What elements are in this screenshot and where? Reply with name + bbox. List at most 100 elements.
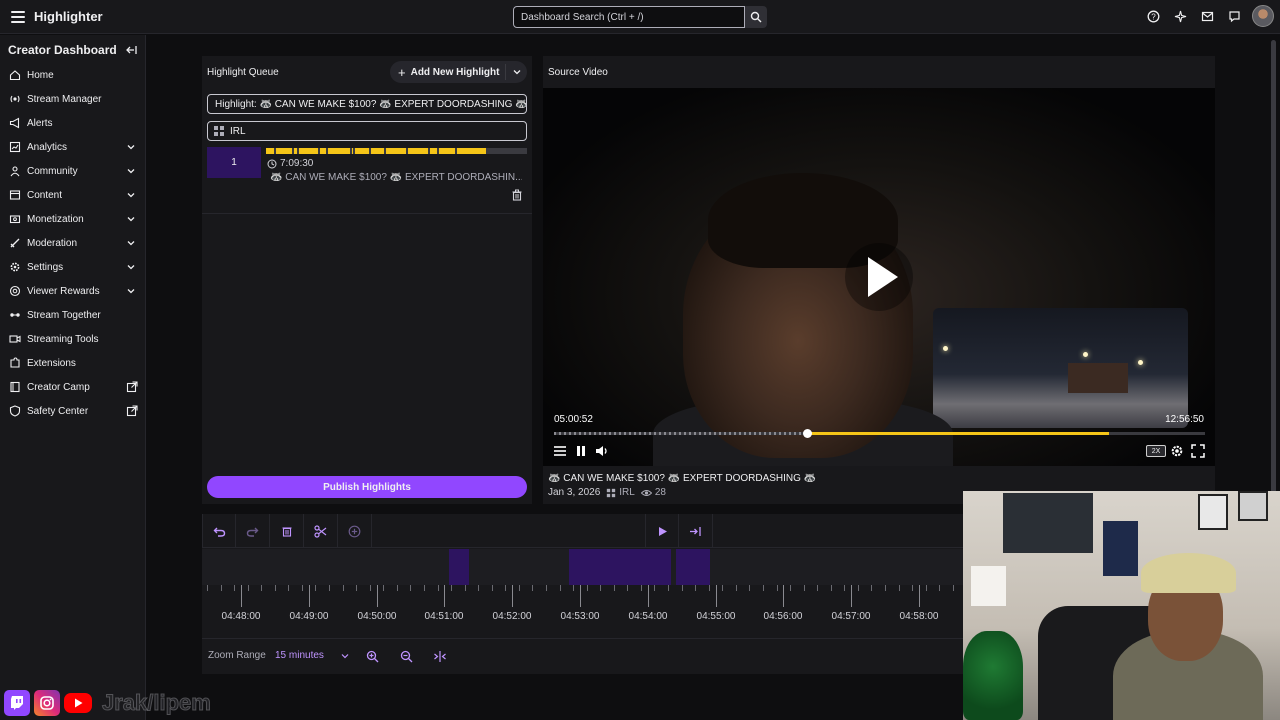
- ruler-minor-tick: [831, 585, 832, 591]
- highlight-queue-panel: Highlight Queue + Add New Highlight High…: [202, 56, 532, 504]
- sidebar-item-analytics[interactable]: Analytics: [0, 135, 146, 159]
- highlight-strip-gap: [318, 148, 320, 154]
- content-icon: [9, 189, 21, 201]
- search-input[interactable]: Dashboard Search (Ctrl + /): [513, 6, 745, 28]
- queue-item-number: 1: [207, 147, 261, 178]
- ruler-minor-tick: [912, 585, 913, 591]
- redo-button[interactable]: [236, 514, 270, 548]
- chevron-down-icon[interactable]: [126, 166, 136, 176]
- sparkle-icon[interactable]: [1171, 7, 1190, 26]
- settings-gear-icon[interactable]: [1170, 444, 1184, 458]
- puzzle-icon: [9, 357, 21, 369]
- volume-icon[interactable]: [595, 444, 609, 458]
- play-overlay-icon[interactable]: [845, 243, 913, 311]
- sidebar-item-stream-manager[interactable]: Stream Manager: [0, 87, 146, 111]
- highlight-strip-gap: [350, 148, 352, 154]
- add-circle-icon: [348, 525, 361, 537]
- ruler-minor-tick: [207, 585, 208, 591]
- highlight-strip-fill: [266, 148, 486, 154]
- timeline-segment[interactable]: [569, 549, 671, 585]
- playback-speed-badge[interactable]: 2X: [1146, 445, 1166, 457]
- sidebar-item-viewer-rewards[interactable]: Viewer Rewards: [0, 279, 146, 303]
- category-field[interactable]: IRL: [207, 121, 527, 141]
- ruler-minor-tick: [451, 585, 452, 591]
- menu-icon[interactable]: [7, 6, 29, 28]
- zoom-out-button[interactable]: [397, 647, 415, 665]
- chevron-down-icon[interactable]: [126, 238, 136, 248]
- ruler-time-label: 04:48:00: [221, 611, 261, 622]
- category-icon: [607, 488, 616, 497]
- sidebar-item-alerts[interactable]: Alerts: [0, 111, 146, 135]
- video-seekbar[interactable]: [554, 429, 1205, 438]
- pause-icon[interactable]: [574, 444, 588, 458]
- timeline-segment[interactable]: [449, 549, 469, 585]
- twitch-logo-icon: [4, 690, 30, 716]
- stream-meta: Jan 3, 2026 IRL 28: [548, 487, 666, 498]
- list-icon[interactable]: [553, 444, 567, 458]
- ruler-time-label: 04:49:00: [289, 611, 329, 622]
- fullscreen-icon[interactable]: [1191, 444, 1205, 458]
- help-icon[interactable]: ?: [1144, 7, 1163, 26]
- jump-to-end-button[interactable]: [679, 514, 713, 548]
- camera-icon: [9, 333, 21, 345]
- sidebar-item-creator-camp[interactable]: Creator Camp: [0, 375, 146, 399]
- inbox-icon[interactable]: [1198, 7, 1217, 26]
- ruler-minor-tick: [302, 585, 303, 591]
- search-button[interactable]: [745, 6, 767, 28]
- undo-button[interactable]: [202, 514, 236, 548]
- ruler-minor-tick: [492, 585, 493, 591]
- sidebar-item-safety-center[interactable]: Safety Center: [0, 399, 146, 423]
- sidebar-item-stream-together[interactable]: Stream Together: [0, 303, 146, 327]
- chevron-down-icon[interactable]: [126, 142, 136, 152]
- zoom-range-select[interactable]: 15 minutes: [275, 650, 349, 661]
- sidebar-item-moderation[interactable]: Moderation: [0, 231, 146, 255]
- fit-timeline-button[interactable]: [431, 647, 449, 665]
- ruler-minor-tick: [885, 585, 886, 591]
- delete-segment-button[interactable]: [270, 514, 304, 548]
- collapse-sidebar-icon[interactable]: [124, 43, 138, 57]
- sword-icon: [9, 237, 21, 249]
- chevron-down-icon[interactable]: [126, 286, 136, 296]
- ruler-minor-tick: [736, 585, 737, 591]
- highlight-strip-gap: [369, 148, 371, 154]
- avatar[interactable]: [1252, 5, 1274, 27]
- ruler-minor-tick: [858, 585, 859, 591]
- sidebar-item-settings[interactable]: Settings: [0, 255, 146, 279]
- category-icon: [214, 126, 224, 136]
- publish-highlights-button[interactable]: Publish Highlights: [207, 476, 527, 498]
- timeline-track[interactable]: [202, 549, 967, 585]
- chevron-down-icon[interactable]: [512, 67, 522, 77]
- chevron-down-icon[interactable]: [126, 214, 136, 224]
- queue-item[interactable]: 1 7:09:30 🦝 CAN WE MAKE $100? 🦝 EXPERT D…: [207, 147, 527, 211]
- ruler-minor-tick: [532, 585, 533, 591]
- ruler-minor-tick: [600, 585, 601, 591]
- seekbar-knob[interactable]: [803, 429, 812, 438]
- sidebar-item-content[interactable]: Content: [0, 183, 146, 207]
- sidebar-item-home[interactable]: Home: [0, 63, 146, 87]
- timeline-ruler[interactable]: 04:48:00 04:49:00 04:50:00 04:51:00 04:52:00…: [202, 585, 967, 639]
- cut-button[interactable]: [304, 514, 338, 548]
- sidebar-item-community[interactable]: Community: [0, 159, 146, 183]
- add-new-highlight-button[interactable]: + Add New Highlight: [390, 61, 527, 83]
- video-player[interactable]: 05:00:52 12:56:50 2X: [543, 88, 1215, 466]
- app-title: Highlighter: [34, 9, 103, 24]
- chevron-down-icon[interactable]: [126, 190, 136, 200]
- sidebar-item-streaming-tools[interactable]: Streaming Tools: [0, 327, 146, 351]
- highlight-title-field[interactable]: Highlight: 🦝 CAN WE MAKE $100? 🦝 EXPERT …: [207, 94, 527, 114]
- ruler-minor-tick: [777, 585, 778, 591]
- zoom-in-button[interactable]: [363, 647, 381, 665]
- video-total-time: 12:56:50: [1165, 414, 1204, 425]
- sidebar-item-monetization[interactable]: Monetization: [0, 207, 146, 231]
- timeline-play-button[interactable]: [645, 514, 679, 548]
- whispers-icon[interactable]: [1225, 7, 1244, 26]
- ruler-major-tick: [919, 585, 920, 607]
- timeline-segment[interactable]: [676, 549, 710, 585]
- add-segment-button[interactable]: [338, 514, 372, 548]
- ruler-minor-tick: [763, 585, 764, 591]
- stream-category: IRL: [606, 487, 635, 498]
- chevron-down-icon: [341, 654, 349, 659]
- sidebar-item-extensions[interactable]: Extensions: [0, 351, 146, 375]
- sidebar-heading: Creator Dashboard: [8, 43, 117, 57]
- chevron-down-icon[interactable]: [126, 262, 136, 272]
- trash-icon[interactable]: [511, 189, 523, 201]
